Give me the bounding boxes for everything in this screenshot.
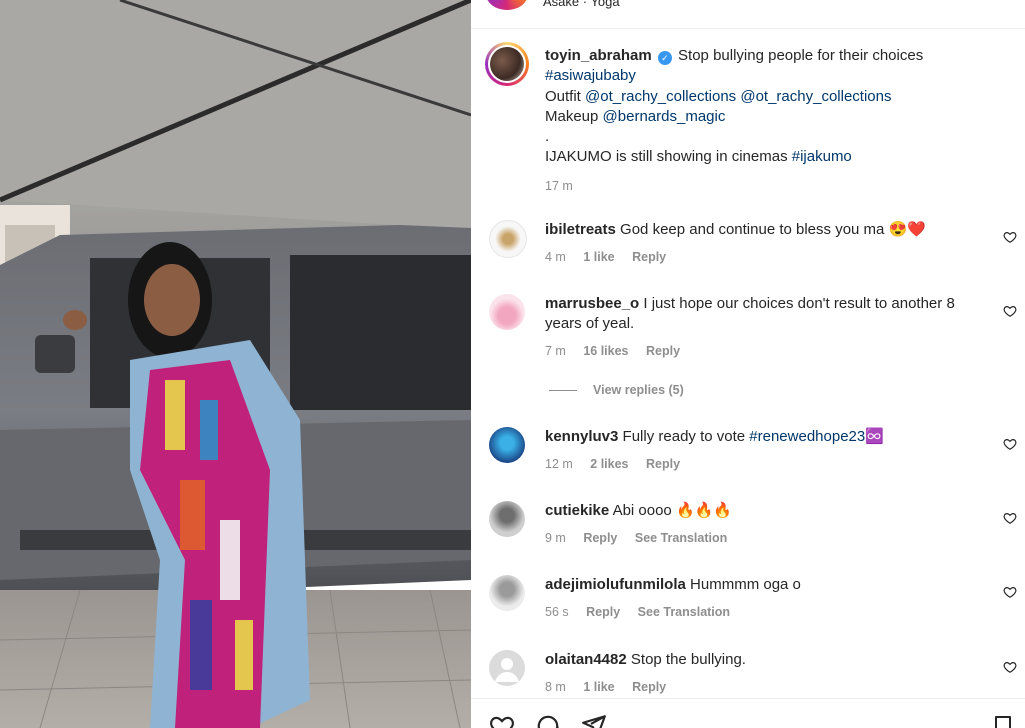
hashtag-link[interactable]: #asiwajubaby xyxy=(545,67,636,84)
post-photo[interactable] xyxy=(0,0,471,728)
reply-button[interactable]: Reply xyxy=(646,344,680,358)
post-header: Asake · Yoga xyxy=(471,0,1025,29)
comment-meta: 8 m 1 like Reply xyxy=(545,680,680,694)
see-translation-button[interactable]: See Translation xyxy=(635,531,727,545)
comment-time[interactable]: 7 m xyxy=(545,344,566,358)
reply-button[interactable]: Reply xyxy=(646,457,680,471)
see-translation-button[interactable]: See Translation xyxy=(638,605,730,619)
comment-text: Fully ready to vote xyxy=(622,428,746,445)
comment-meta: 56 s Reply See Translation xyxy=(545,605,744,619)
comment-text: Hummmm oga o xyxy=(690,576,801,593)
comment-time[interactable]: 8 m xyxy=(545,680,566,694)
comment-text: Stop the bullying. xyxy=(630,651,746,668)
comment-meta: 12 m 2 likes Reply xyxy=(545,457,694,471)
avatar[interactable] xyxy=(489,294,525,330)
heart-icon[interactable] xyxy=(1003,585,1017,599)
comment-time[interactable]: 56 s xyxy=(545,605,569,619)
like-heart-icon[interactable] xyxy=(489,713,515,728)
comment-likes[interactable]: 1 like xyxy=(583,250,614,264)
infinity-emoji: ♾️ xyxy=(865,428,884,445)
comment-time[interactable]: 4 m xyxy=(545,250,566,264)
music-label[interactable]: Asake · Yoga xyxy=(543,0,620,9)
comment-username[interactable]: cutiekike xyxy=(545,502,609,519)
comment-icon[interactable] xyxy=(535,713,561,728)
comment-time[interactable]: 9 m xyxy=(545,531,566,545)
comment-meta: 4 m 1 like Reply xyxy=(545,250,680,264)
caption-username[interactable]: toyin_abraham xyxy=(545,47,652,64)
hashtag-link[interactable]: #ijakumo xyxy=(792,148,852,165)
mention-link[interactable]: @ot_rachy_collections xyxy=(585,88,736,105)
caption-time[interactable]: 17 m xyxy=(545,176,1005,196)
avatar[interactable] xyxy=(489,650,525,686)
comment-username[interactable]: adejimiolufunmilola xyxy=(545,576,686,593)
view-replies-button[interactable]: View replies (5) xyxy=(549,383,684,397)
view-replies-label[interactable]: View replies (5) xyxy=(593,383,684,397)
post-caption: toyin_abraham ✓ Stop bullying people for… xyxy=(545,46,1005,196)
verified-icon: ✓ xyxy=(657,51,672,65)
comment-likes[interactable]: 16 likes xyxy=(583,344,628,358)
default-avatar-icon xyxy=(495,658,519,682)
heart-icon[interactable] xyxy=(1003,304,1017,318)
comment-meta: 7 m 16 likes Reply xyxy=(545,344,694,358)
caption-text: Stop bullying people for their choices xyxy=(678,47,924,64)
avatar[interactable] xyxy=(489,220,527,258)
comment-text: Abi oooo 🔥🔥🔥 xyxy=(612,502,732,519)
avatar[interactable] xyxy=(489,427,525,463)
heart-icon[interactable] xyxy=(1003,230,1017,244)
reply-button[interactable]: Reply xyxy=(632,250,666,264)
avatar[interactable] xyxy=(489,501,525,537)
comment-likes[interactable]: 1 like xyxy=(583,680,614,694)
caption-line: IJAKUMO is still showing in cinemas xyxy=(545,148,788,166)
share-icon[interactable] xyxy=(581,713,607,728)
post-image xyxy=(0,0,471,728)
bookmark-icon[interactable] xyxy=(991,713,1015,728)
header-avatar[interactable] xyxy=(486,0,528,10)
comment-username[interactable]: olaitan4482 xyxy=(545,651,627,668)
comments-panel: Asake · Yoga toyin_abraham ✓ Stop bullyi… xyxy=(471,0,1025,728)
caption-avatar[interactable] xyxy=(485,42,529,86)
heart-icon[interactable] xyxy=(1003,511,1017,525)
mention-link[interactable]: @bernards_magic xyxy=(603,108,726,125)
comment-likes[interactable]: 2 likes xyxy=(590,457,628,471)
heart-icon[interactable] xyxy=(1003,660,1017,674)
comment-time[interactable]: 12 m xyxy=(545,457,573,471)
replies-divider xyxy=(549,390,577,392)
reply-button[interactable]: Reply xyxy=(583,531,617,545)
outfit-label: Outfit xyxy=(545,87,581,105)
comment-meta: 9 m Reply See Translation xyxy=(545,531,741,545)
comment-username[interactable]: marrusbee_o xyxy=(545,295,639,312)
makeup-label: Makeup xyxy=(545,107,599,125)
reply-button[interactable]: Reply xyxy=(586,605,620,619)
comment-username[interactable]: ibiletreats xyxy=(545,221,616,238)
avatar[interactable] xyxy=(489,575,525,611)
heart-icon[interactable] xyxy=(1003,437,1017,451)
reply-button[interactable]: Reply xyxy=(632,680,666,694)
caption-dot: . xyxy=(545,128,550,146)
hashtag-link[interactable]: #renewedhope23 xyxy=(749,428,865,445)
comment-username[interactable]: kennyluv3 xyxy=(545,428,618,445)
comment-text: God keep and continue to bless you ma 😍❤… xyxy=(620,221,926,238)
action-bar xyxy=(471,698,1025,728)
mention-link[interactable]: @ot_rachy_collections xyxy=(740,88,891,105)
